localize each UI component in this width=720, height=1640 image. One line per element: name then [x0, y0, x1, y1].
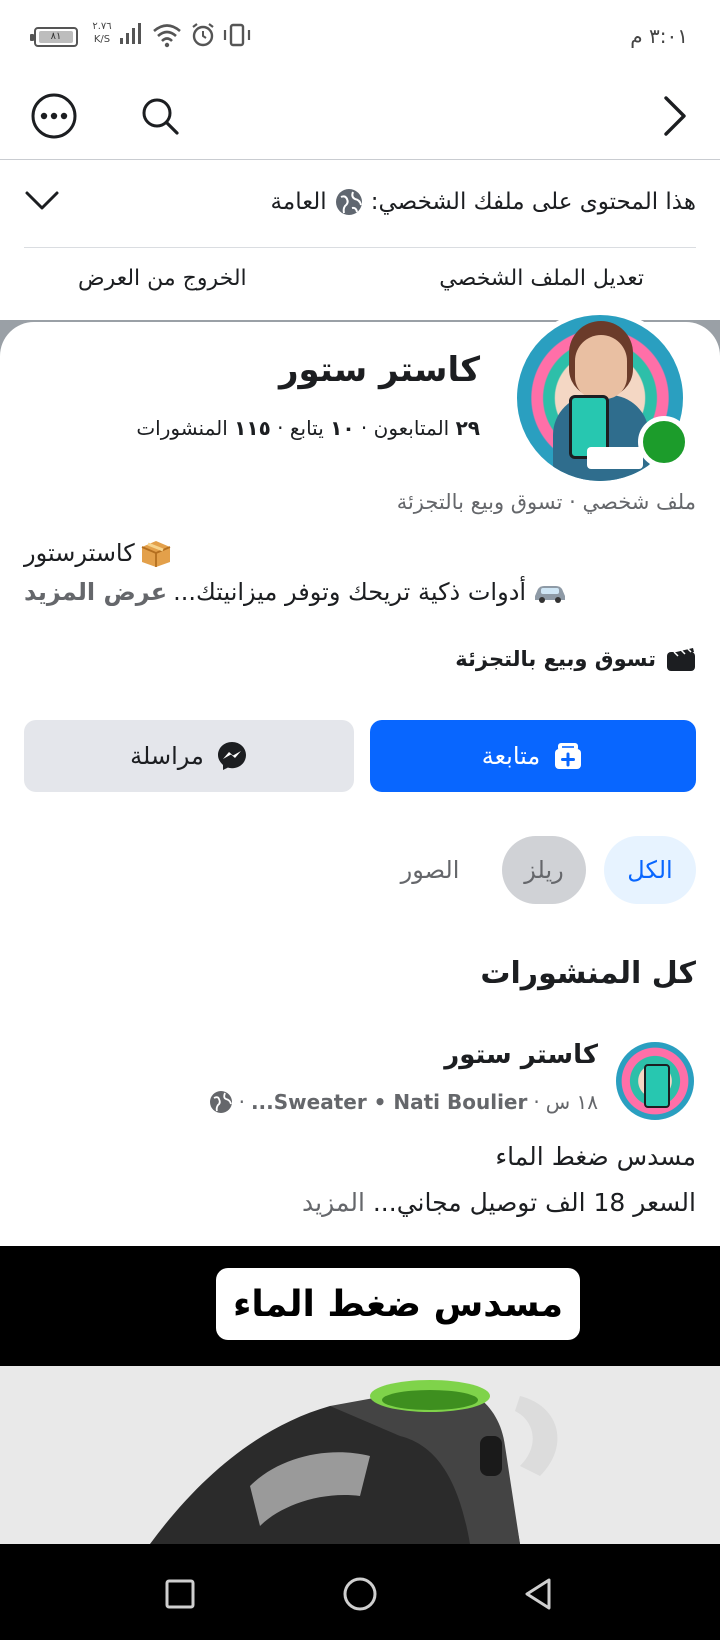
forward-chevron-icon: [664, 96, 686, 136]
messenger-icon: [217, 742, 246, 770]
profile-view-actions: تعديل الملف الشخصي الخروج من العرض: [0, 248, 720, 320]
wifi-icon: [153, 24, 181, 48]
system-nav-bar: [0, 1544, 720, 1640]
message-label: مراسلة: [130, 742, 204, 770]
globe-icon: [335, 189, 362, 215]
triangle-back-icon: [525, 1578, 551, 1610]
forward-button[interactable]: [648, 90, 700, 142]
bio-line-2: أدوات ذكية تريحك وتوفر ميزانيتك... عرض ا…: [24, 578, 568, 606]
post-tagged[interactable]: Sweater • Nati Boulier...: [251, 1090, 527, 1114]
post-text-line-2: السعر 18 الف توصيل مجاني... المزيد: [302, 1188, 696, 1217]
vibrate-icon: [223, 23, 251, 47]
bio-text-1: كاسترستور: [24, 539, 135, 567]
follow-add-icon: [555, 743, 582, 769]
search-button[interactable]: [134, 90, 186, 142]
network-speed-value: ٢.٧٦: [92, 21, 112, 32]
edit-profile-link[interactable]: تعديل الملف الشخصي: [439, 266, 644, 291]
expand-notice-button[interactable]: [24, 188, 60, 216]
post-meta: ١٨ س · Sweater • Nati Boulier... ·: [209, 1090, 598, 1114]
status-bar: ٨١ ٢.٧٦ K/S ٣:٠١ م: [0, 0, 720, 72]
alarm-icon: [192, 23, 214, 47]
followers-count: ٢٩: [455, 416, 480, 440]
globe-icon: [209, 1091, 232, 1113]
profile-stats[interactable]: ٢٩ المتابعون · ١٠ يتابع · ١١٥ المنشورات: [136, 416, 480, 440]
following-label: يتابع: [289, 416, 324, 440]
home-button[interactable]: [332, 1566, 388, 1622]
visibility-text: هذا المحتوى على ملفك الشخصي: العامة: [271, 188, 696, 216]
visibility-prefix: هذا المحتوى على ملفك الشخصي:: [370, 189, 696, 215]
post-media-photo[interactable]: [0, 1366, 720, 1544]
signal-icon: [120, 23, 141, 44]
visibility-notice: هذا المحتوى على ملفك الشخصي: العامة: [24, 160, 696, 248]
post-media-banner: مسدس ضغط الماء: [216, 1268, 580, 1340]
battery-icon: ٨١: [30, 27, 78, 47]
post-author-avatar[interactable]: [614, 1040, 696, 1122]
more-button[interactable]: [28, 90, 80, 142]
clapperboard-icon: [667, 648, 695, 671]
battery-level: ٨١: [39, 31, 73, 43]
profile-category: تسوق وبيع بالتجزئة: [455, 646, 696, 672]
followers-label: المتابعون: [373, 416, 450, 440]
tab-photos[interactable]: الصور: [380, 836, 480, 904]
tab-reels[interactable]: ريلز: [502, 836, 586, 904]
post-text-body: السعر 18 الف توصيل مجاني...: [372, 1188, 696, 1217]
exit-view-link[interactable]: الخروج من العرض: [78, 266, 247, 291]
square-icon: [165, 1579, 195, 1609]
posts-section-title: كل المنشورات: [480, 956, 696, 991]
circle-icon: [343, 1577, 377, 1611]
posts-count: ١١٥: [234, 416, 271, 440]
bio-line-1: كاسترستور: [24, 538, 173, 568]
clock: ٣:٠١ م: [630, 24, 688, 48]
post-author-name[interactable]: كاستر ستور: [444, 1040, 598, 1070]
category-text: تسوق وبيع بالتجزئة: [455, 647, 656, 671]
profile-category-line: ملف شخصي · تسوق وبيع بالتجزئة: [396, 490, 696, 514]
package-emoji-icon: [141, 541, 171, 567]
following-count: ١٠: [330, 416, 355, 440]
bio-text-2: أدوات ذكية تريحك وتوفر ميزانيتك...: [173, 578, 527, 606]
top-nav: [0, 72, 720, 160]
post-more-link[interactable]: المزيد: [302, 1188, 365, 1217]
car-emoji-icon: [535, 586, 566, 603]
online-status-dot: [638, 416, 690, 468]
chevron-down-icon: [25, 191, 59, 210]
post-time[interactable]: ١٨ س: [546, 1090, 598, 1114]
posts-label: المنشورات: [136, 416, 228, 440]
page-name: كاستر ستور: [278, 350, 480, 390]
message-button[interactable]: مراسلة: [24, 720, 354, 792]
more-icon: [31, 93, 77, 139]
post-text-line-1: مسدس ضغط الماء: [495, 1142, 696, 1171]
see-more-link[interactable]: عرض المزيد: [24, 578, 167, 606]
network-speed-unit: K/S: [93, 34, 111, 45]
follow-label: متابعة: [481, 742, 541, 770]
water-gun-image: [0, 1366, 720, 1544]
tab-all[interactable]: الكل: [604, 836, 696, 904]
back-button[interactable]: [510, 1566, 566, 1622]
follow-button[interactable]: متابعة: [370, 720, 696, 792]
recent-apps-button[interactable]: [152, 1566, 208, 1622]
visibility-audience: العامة: [270, 189, 327, 215]
network-speed: ٢.٧٦ K/S: [88, 20, 116, 46]
search-icon: [142, 98, 179, 135]
